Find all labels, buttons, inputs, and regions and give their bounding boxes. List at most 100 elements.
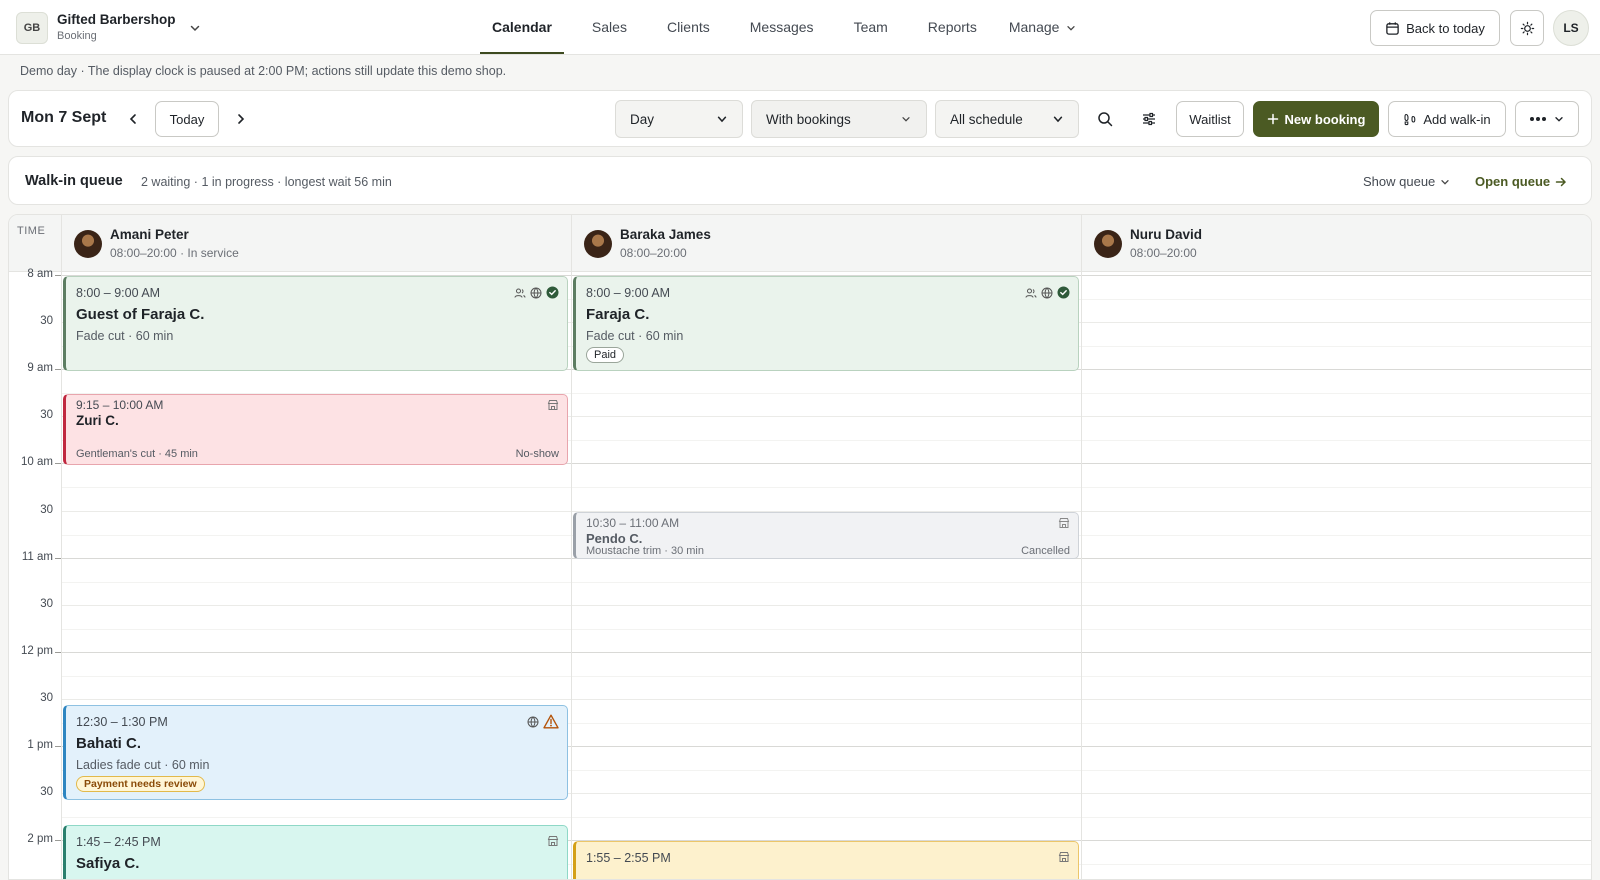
schedule-select[interactable]: All schedule bbox=[935, 100, 1079, 138]
time-label: 8 am bbox=[27, 268, 53, 280]
appointment-card[interactable]: 8:00 – 9:00 AM Guest of Faraja C. Fade c… bbox=[63, 276, 568, 371]
store-icon bbox=[1058, 852, 1070, 862]
paid-badge: Paid bbox=[586, 347, 625, 363]
nav-messages[interactable]: Messages bbox=[738, 0, 826, 54]
open-queue-link[interactable]: Open queue bbox=[1475, 174, 1567, 189]
time-label: 2 pm bbox=[27, 833, 53, 845]
nav-clients[interactable]: Clients bbox=[655, 0, 722, 54]
filters-button[interactable] bbox=[1137, 107, 1161, 131]
calendar-toolbar: Mon 7 Sept Today Day With bookings All s… bbox=[8, 90, 1592, 147]
appointment-card[interactable]: 10:30 – 11:00 AM Pendo C. Moustache trim… bbox=[573, 512, 1079, 559]
next-day-button[interactable] bbox=[231, 109, 251, 129]
nav-manage-label: Manage bbox=[1008, 19, 1060, 35]
user-avatar[interactable]: LS bbox=[1553, 10, 1589, 46]
appointment-card[interactable]: 1:55 – 2:55 PM bbox=[573, 841, 1079, 879]
appointment-client: Pendo C. bbox=[586, 531, 643, 546]
waitlist-label: Waitlist bbox=[1189, 111, 1231, 127]
appointment-time: 9:15 – 10:00 AM bbox=[76, 398, 164, 412]
brand-name: Gifted Barbershop bbox=[57, 12, 176, 27]
sun-icon bbox=[1520, 21, 1534, 35]
time-label: 30 bbox=[40, 692, 53, 704]
queue-summary: 2 waiting · 1 in progress · longest wait… bbox=[141, 175, 392, 189]
column-divider bbox=[61, 272, 62, 879]
time-label: 10 am bbox=[21, 456, 53, 468]
staff-column-header[interactable]: Amani Peter 08:00–20:00 · In service bbox=[61, 215, 571, 272]
appointment-service: Moustache trim · 30 min bbox=[586, 545, 704, 557]
half-hour-gridline bbox=[61, 699, 1591, 700]
appointment-client: Bahati C. bbox=[76, 735, 142, 752]
queue-title: Walk-in queue bbox=[25, 173, 123, 189]
nav-team[interactable]: Team bbox=[842, 0, 900, 54]
quarter-gridline bbox=[61, 487, 1591, 488]
quarter-gridline bbox=[61, 676, 1591, 677]
appointment-time: 8:00 – 9:00 AM bbox=[586, 286, 671, 300]
staff-avatar bbox=[74, 230, 102, 258]
more-actions-button[interactable] bbox=[1515, 101, 1579, 137]
quarter-gridline bbox=[61, 817, 1591, 818]
nav-sales[interactable]: Sales bbox=[580, 0, 639, 54]
staff-column-header[interactable]: Baraka James 08:00–20:00 bbox=[571, 215, 1081, 272]
view-select[interactable]: Day bbox=[615, 100, 743, 138]
time-label: 30 bbox=[40, 598, 53, 610]
time-label: 9 am bbox=[27, 362, 53, 374]
staff-name: Nuru David bbox=[1130, 227, 1203, 242]
staff-name: Amani Peter bbox=[110, 227, 189, 242]
today-button[interactable]: Today bbox=[155, 101, 219, 137]
online-booking-icon bbox=[1041, 287, 1053, 298]
top-nav: GB Gifted Barbershop Booking Calendar Sa… bbox=[0, 0, 1600, 55]
appointment-card[interactable]: 9:15 – 10:00 AM Zuri C. Gentleman's cut … bbox=[63, 394, 568, 465]
bookings-filter-select[interactable]: With bookings bbox=[751, 100, 927, 138]
staff-name: Baraka James bbox=[620, 227, 711, 242]
theme-toggle-button[interactable] bbox=[1510, 10, 1544, 46]
time-label: 30 bbox=[40, 409, 53, 421]
online-booking-icon bbox=[530, 287, 542, 298]
chevron-down-icon bbox=[190, 25, 199, 32]
guests-icon bbox=[514, 288, 526, 298]
staff-avatar bbox=[1094, 230, 1122, 258]
today-label: Today bbox=[169, 111, 205, 127]
add-walk-in-button[interactable]: Add walk-in bbox=[1388, 101, 1506, 137]
no-show-status: No-show bbox=[515, 448, 559, 460]
search-button[interactable] bbox=[1093, 107, 1117, 131]
warning-icon bbox=[543, 714, 559, 729]
appointment-card[interactable]: 8:00 – 9:00 AM Faraja C. Fade cut · 60 m… bbox=[573, 276, 1079, 371]
demo-banner: Demo day · The display clock is paused a… bbox=[20, 64, 507, 78]
plus-icon bbox=[1267, 113, 1278, 125]
brand-switcher[interactable]: GB Gifted Barbershop Booking bbox=[16, 12, 202, 44]
nav-calendar[interactable]: Calendar bbox=[480, 0, 564, 54]
appointment-time: 10:30 – 11:00 AM bbox=[586, 516, 680, 530]
appointment-card[interactable]: 1:45 – 2:45 PM Safiya C. bbox=[63, 825, 568, 879]
back-to-today-button[interactable]: Back to today bbox=[1370, 10, 1500, 46]
appointment-card[interactable]: 12:30 – 1:30 PM Bahati C. Ladies fade cu… bbox=[63, 705, 568, 800]
time-column-header: TIME bbox=[17, 225, 46, 237]
staff-column-header[interactable]: Nuru David 08:00–20:00 bbox=[1081, 215, 1591, 272]
day-calendar: TIME Amani Peter 08:00–20:00 · In servic… bbox=[8, 214, 1592, 880]
chevron-left-icon bbox=[129, 114, 136, 124]
show-queue-button[interactable]: Show queue bbox=[1363, 174, 1451, 189]
store-icon bbox=[547, 836, 559, 846]
chevron-right-icon bbox=[238, 114, 245, 124]
nav-manage[interactable]: Manage bbox=[1005, 0, 1089, 54]
bookings-filter-value: With bookings bbox=[766, 111, 851, 127]
appointment-time: 1:55 – 2:55 PM bbox=[586, 851, 671, 865]
chevron-down-icon bbox=[1555, 117, 1563, 122]
time-label: 30 bbox=[40, 786, 53, 798]
new-booking-label: New booking bbox=[1284, 111, 1366, 127]
appointment-time: 1:45 – 2:45 PM bbox=[76, 835, 161, 849]
time-label: 30 bbox=[40, 315, 53, 327]
more-icon bbox=[1530, 117, 1546, 121]
new-booking-button[interactable]: New booking bbox=[1253, 101, 1379, 137]
calendar-header: TIME Amani Peter 08:00–20:00 · In servic… bbox=[9, 215, 1591, 272]
waitlist-button[interactable]: Waitlist bbox=[1176, 101, 1244, 137]
appointment-service: Fade cut · 60 min bbox=[76, 329, 174, 343]
show-queue-label: Show queue bbox=[1363, 174, 1436, 189]
brand-subtitle: Booking bbox=[57, 30, 97, 42]
add-walk-in-label: Add walk-in bbox=[1423, 111, 1491, 127]
chevron-down-icon bbox=[902, 117, 910, 122]
prev-day-button[interactable] bbox=[123, 109, 143, 129]
appointment-client: Faraja C. bbox=[586, 306, 650, 323]
appointment-time: 8:00 – 9:00 AM bbox=[76, 286, 161, 300]
nav-reports[interactable]: Reports bbox=[916, 0, 989, 54]
arrow-right-icon bbox=[1555, 177, 1567, 186]
chevron-down-icon bbox=[1441, 179, 1449, 185]
